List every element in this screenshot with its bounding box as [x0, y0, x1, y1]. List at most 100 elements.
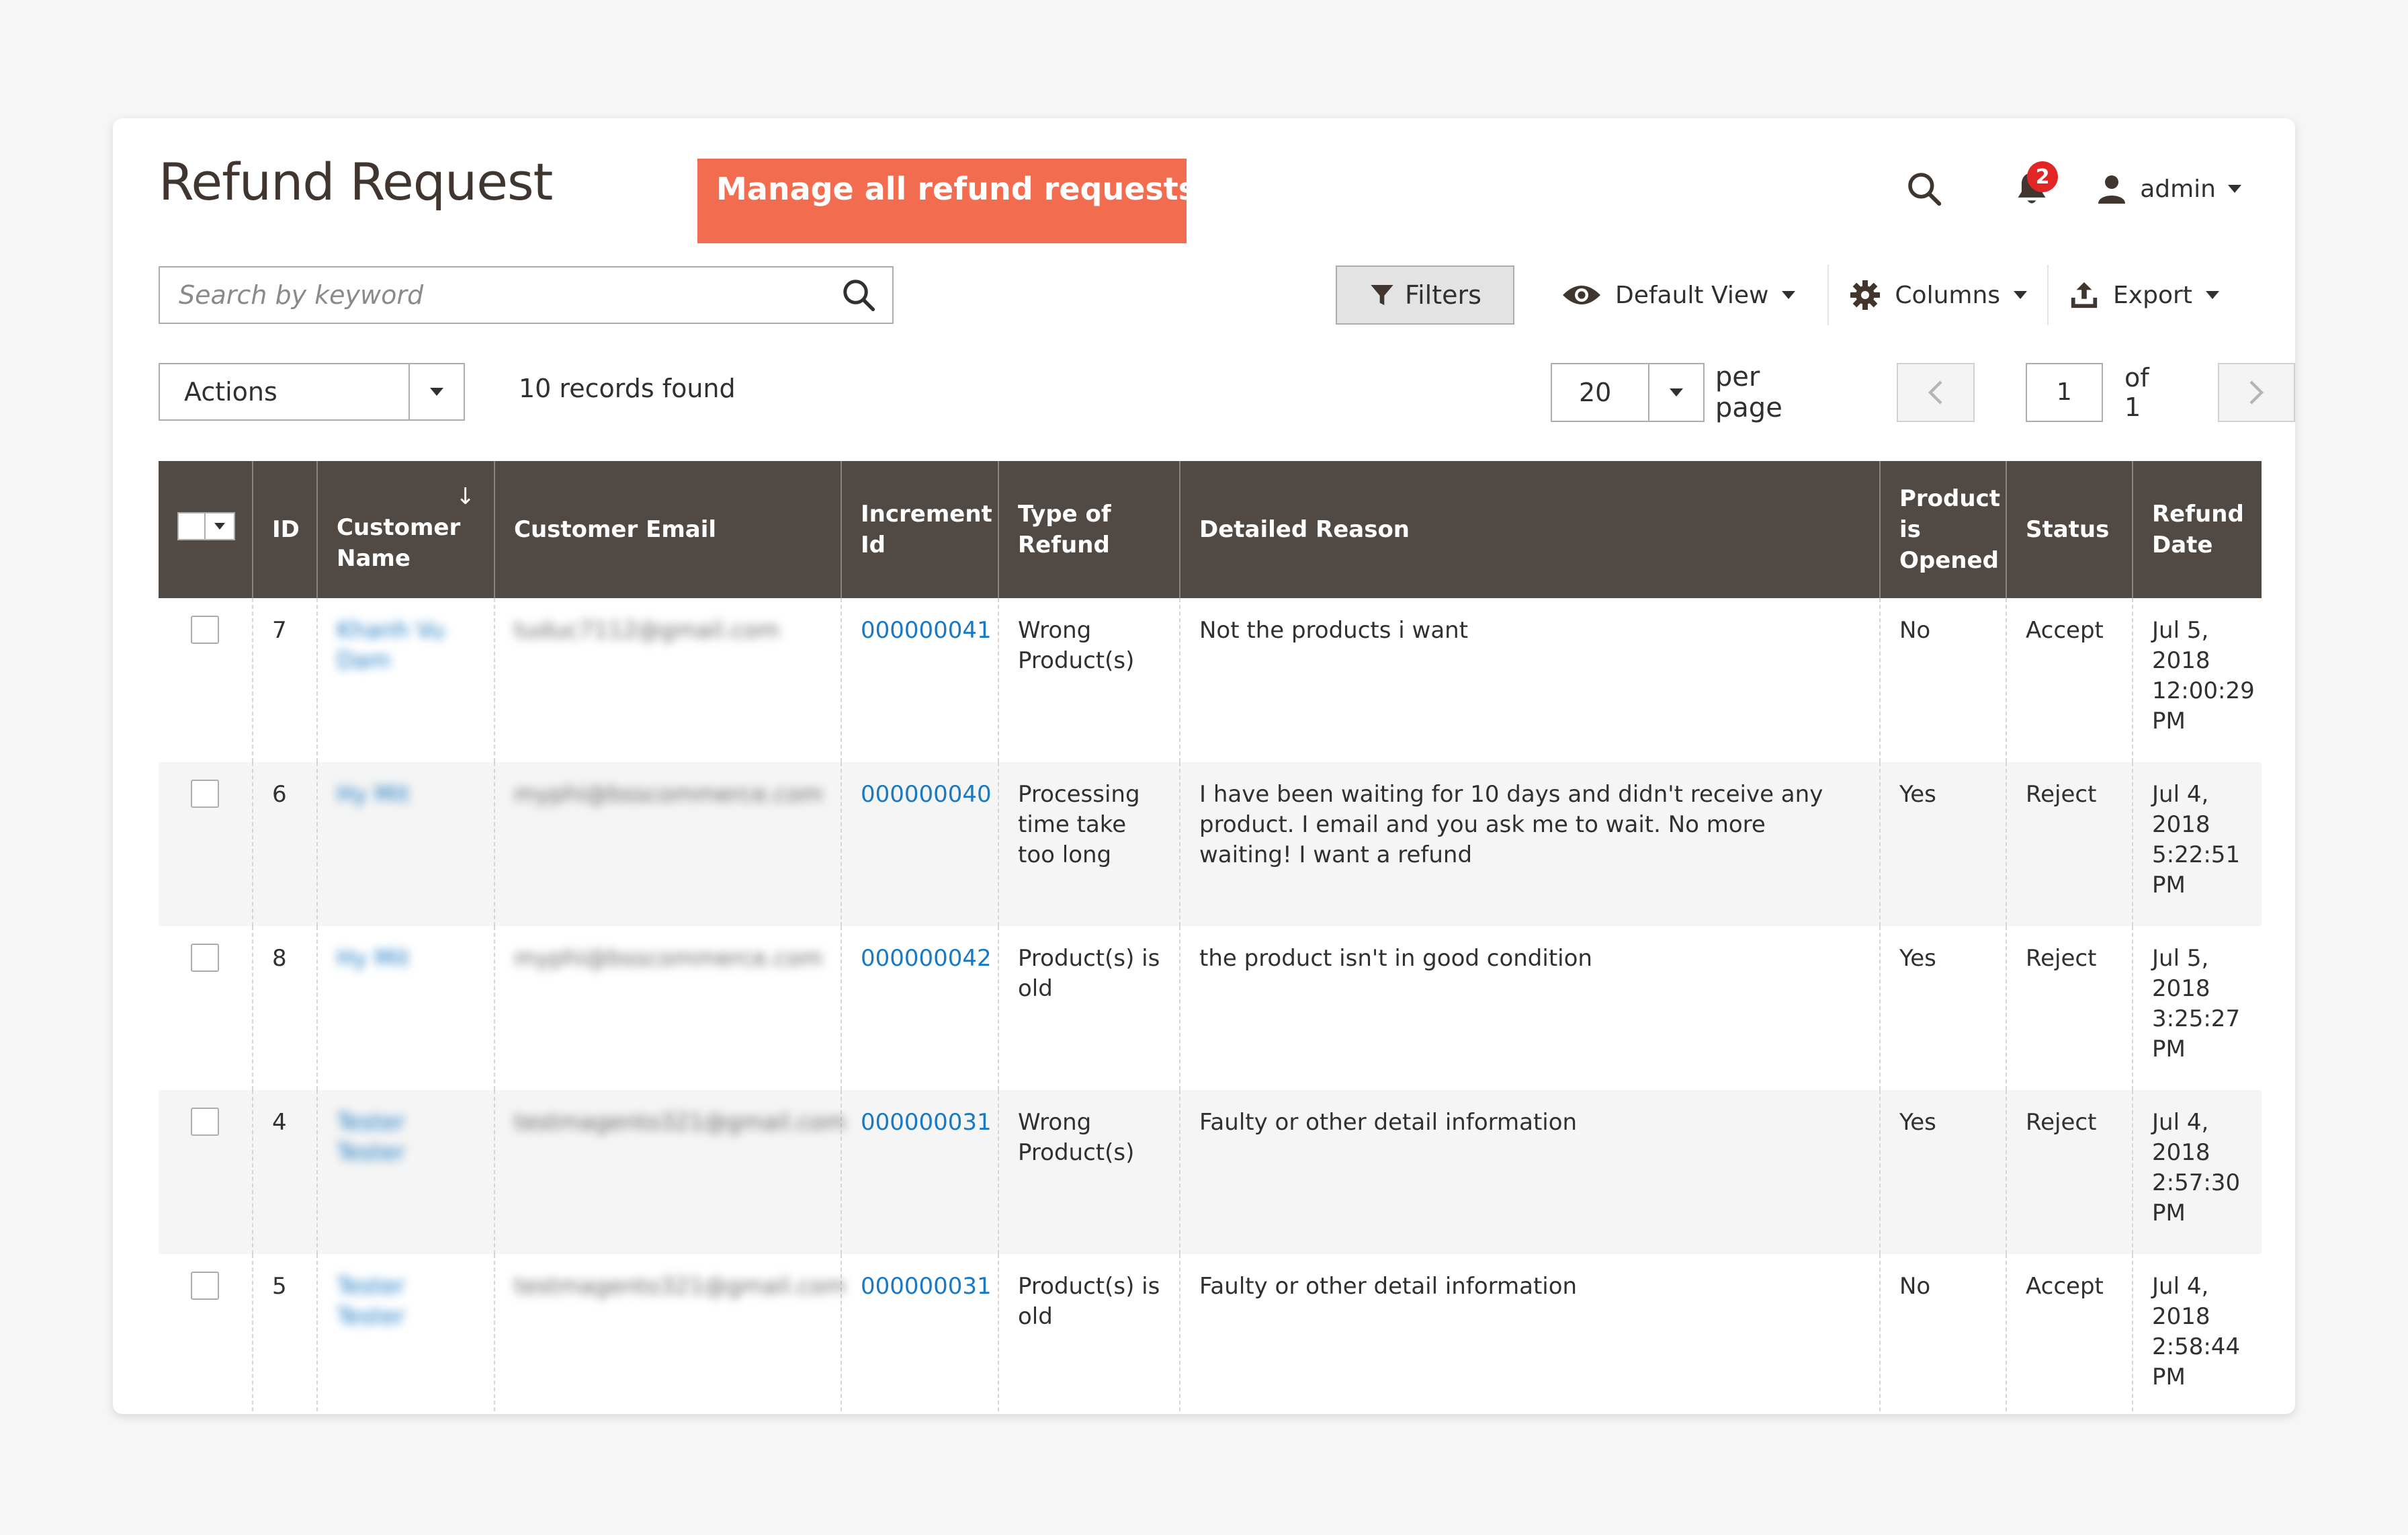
page-title: Refund Request	[159, 152, 553, 212]
cell-id: 8	[252, 926, 317, 1090]
user-menu[interactable]: admin	[2096, 172, 2241, 206]
cell-increment-id-link[interactable]: 000000041	[861, 617, 992, 644]
mass-select-checkbox[interactable]	[177, 512, 235, 540]
cell-refund-date: Jul 4, 2018 2:57:30 PM	[2132, 1090, 2262, 1254]
cell-customer-email: myphi@bsscommerce.com	[514, 781, 823, 808]
column-header-id[interactable]: ID	[252, 461, 317, 598]
user-icon	[2098, 175, 2126, 204]
cell-detailed-reason: I have been waiting for 10 days and didn…	[1179, 762, 1880, 926]
sort-arrow-down-icon: ↓	[456, 483, 476, 510]
cell-type-of-refund: Processing time take too long	[998, 762, 1180, 926]
row-checkbox[interactable]	[191, 944, 219, 972]
cell-refund-date: Jul 4, 2018 5:22:51 PM	[2132, 762, 2262, 926]
search-icon	[1908, 173, 1942, 206]
filters-label: Filters	[1405, 280, 1481, 310]
cell-increment-id-link[interactable]: 000000031	[861, 1273, 992, 1300]
export-dropdown[interactable]: Export	[2049, 265, 2239, 325]
previous-page-button[interactable]	[1897, 363, 1975, 422]
cell-customer-email: testmagento321@gmail.com	[514, 1273, 847, 1300]
cell-customer-name[interactable]: Hy Mit	[337, 781, 410, 808]
cell-refund-date: Jul 5, 2018 12:00:29 PM	[2132, 598, 2262, 762]
chevron-down-icon	[2228, 185, 2241, 193]
search-input[interactable]	[160, 267, 825, 323]
chevron-down-icon	[1782, 291, 1796, 299]
table-row: 5 Tester Tester testmagento321@gmail.com…	[159, 1254, 2262, 1414]
search-submit-button[interactable]	[825, 267, 892, 323]
records-count: 10 records found	[519, 374, 736, 403]
cell-increment-id-link[interactable]: 000000031	[861, 1109, 992, 1136]
columns-label: Columns	[1895, 281, 2001, 309]
cell-refund-date: Jul 5, 2018 3:25:27 PM	[2132, 926, 2262, 1090]
mass-select-header	[159, 461, 253, 598]
search-icon	[843, 280, 875, 312]
column-header-customer-name[interactable]: ↓ Customer Name	[316, 461, 494, 598]
callout-banner: Manage all refund requests	[697, 159, 1197, 243]
chevron-down-icon	[2205, 291, 2219, 299]
actions-dropdown-toggle[interactable]	[408, 364, 464, 419]
table-row: 4 Tester Tester testmagento321@gmail.com…	[159, 1090, 2262, 1254]
current-page-input[interactable]: 1	[2025, 363, 2103, 422]
next-page-button[interactable]	[2217, 363, 2295, 422]
cell-increment-id-link[interactable]: 000000042	[861, 945, 992, 972]
row-checkbox[interactable]	[191, 780, 219, 808]
row-checkbox[interactable]	[191, 1108, 219, 1136]
cell-status: Accept	[2006, 1254, 2133, 1414]
cell-status: Reject	[2006, 762, 2133, 926]
notification-count-badge: 2	[2027, 161, 2059, 192]
cell-product-opened: No	[1879, 598, 2006, 762]
cell-type-of-refund: Product(s) is old	[998, 926, 1180, 1090]
cell-detailed-reason: Faulty or other detail information	[1179, 1254, 1880, 1414]
table-row: 7 Khanh Vu Dam tuduc7112@gmail.com 00000…	[159, 598, 2262, 762]
cell-refund-date: Jul 4, 2018 2:58:44 PM	[2132, 1254, 2262, 1414]
pagination: 20 per page 1 of 1	[1551, 362, 2295, 423]
columns-dropdown[interactable]: Columns	[1829, 265, 2047, 325]
cell-customer-name[interactable]: Hy Mit	[337, 945, 410, 972]
table-row: 6 Hy Mit myphi@bsscommerce.com 000000040…	[159, 762, 2262, 926]
cell-product-opened: Yes	[1879, 926, 2006, 1090]
export-icon	[2071, 282, 2098, 308]
cell-status: Reject	[2006, 926, 2133, 1090]
default-view-dropdown[interactable]: Default View	[1541, 265, 1828, 325]
cell-customer-name[interactable]: Tester Tester	[337, 1109, 405, 1166]
cell-id: 5	[252, 1254, 317, 1414]
column-header-refund-date[interactable]: Refund Date	[2132, 461, 2262, 598]
column-header-type-of-refund[interactable]: Type of Refund	[998, 461, 1180, 598]
chevron-down-icon	[214, 523, 225, 530]
grid-toolbar: Filters Default View Columns Export	[1336, 265, 2239, 325]
cell-customer-name[interactable]: Tester Tester	[337, 1273, 405, 1330]
column-header-product-opened[interactable]: Product is Opened	[1879, 461, 2006, 598]
cell-product-opened: No	[1879, 1254, 2006, 1414]
column-header-customer-email[interactable]: Customer Email	[494, 461, 841, 598]
cell-type-of-refund: Wrong Product(s)	[998, 1090, 1180, 1254]
notifications-button[interactable]: 2	[2002, 159, 2062, 219]
per-page-value: 20	[1579, 378, 1612, 407]
table-header-row: ID ↓ Customer Name Customer Email Increm…	[159, 461, 2262, 598]
row-checkbox[interactable]	[191, 616, 219, 644]
chevron-down-icon	[2014, 291, 2028, 299]
cell-customer-email: tuduc7112@gmail.com	[514, 617, 780, 644]
chevron-left-icon	[1928, 380, 1942, 405]
user-name: admin	[2140, 175, 2216, 203]
actions-label: Actions	[184, 377, 277, 407]
column-header-status[interactable]: Status	[2006, 461, 2133, 598]
cell-product-opened: Yes	[1879, 762, 2006, 926]
global-search-button[interactable]	[1894, 159, 1954, 219]
column-header-detailed-reason[interactable]: Detailed Reason	[1179, 461, 1880, 598]
mass-actions-select[interactable]: Actions	[159, 363, 465, 421]
cell-product-opened: Yes	[1879, 1090, 2006, 1254]
refund-requests-table: ID ↓ Customer Name Customer Email Increm…	[159, 461, 2262, 1414]
cell-increment-id-link[interactable]: 000000040	[861, 781, 992, 808]
keyword-search	[159, 266, 894, 324]
filters-button[interactable]: Filters	[1336, 265, 1514, 325]
per-page-dropdown-toggle[interactable]	[1647, 364, 1703, 421]
cell-id: 7	[252, 598, 317, 762]
total-pages-label: of 1	[2124, 363, 2149, 422]
cell-customer-email: testmagento321@gmail.com	[514, 1109, 847, 1136]
row-checkbox[interactable]	[191, 1272, 219, 1300]
per-page-select[interactable]: 20	[1551, 363, 1705, 422]
cell-type-of-refund: Wrong Product(s)	[998, 598, 1180, 762]
header-actions: 2 admin	[1894, 159, 2241, 219]
column-header-increment-id[interactable]: Increment Id	[841, 461, 998, 598]
cell-customer-name[interactable]: Khanh Vu Dam	[337, 617, 445, 674]
cell-status: Reject	[2006, 1090, 2133, 1254]
